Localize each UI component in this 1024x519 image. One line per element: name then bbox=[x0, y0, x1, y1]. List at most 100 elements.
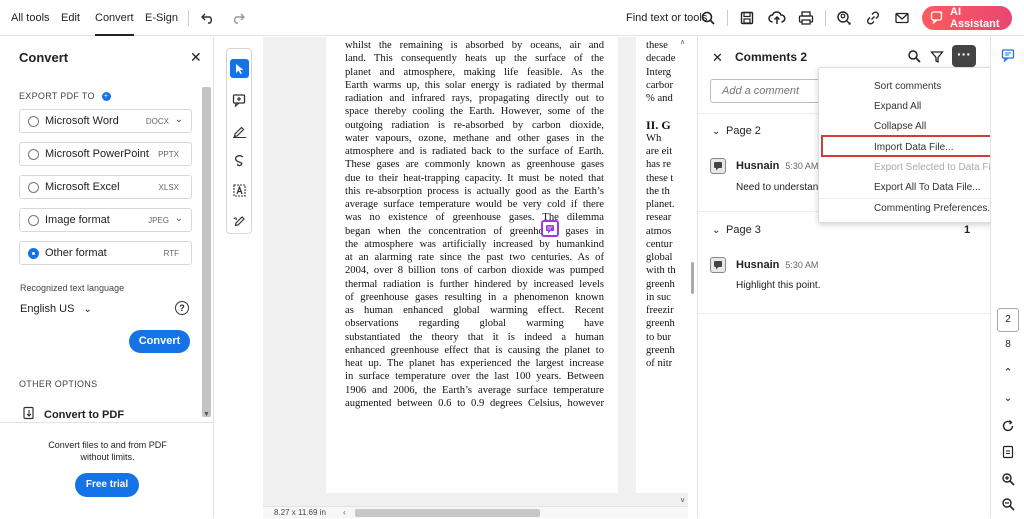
current-page-input[interactable]: 2 bbox=[997, 308, 1019, 332]
text-line: centur bbox=[646, 238, 673, 250]
zoom-out-icon[interactable] bbox=[999, 495, 1017, 513]
chevron-down-icon: ⌄ bbox=[712, 126, 721, 137]
text-box-icon[interactable] bbox=[230, 181, 249, 200]
add-comment-input[interactable]: Add a comment bbox=[710, 79, 830, 103]
more-options-button[interactable]: ··· bbox=[952, 45, 976, 67]
panel-title: Convert bbox=[19, 50, 69, 65]
language-dropdown[interactable]: English US ⌄ bbox=[20, 303, 92, 315]
zoom-in-icon[interactable] bbox=[999, 470, 1017, 488]
filter-icon[interactable] bbox=[930, 50, 944, 67]
text-line: Wh bbox=[646, 132, 662, 144]
text-line: heat up. The planet has experienced the … bbox=[345, 358, 604, 369]
format-option-image[interactable]: Image format JPEG ⌄ bbox=[19, 208, 192, 232]
highlighter-pen-icon[interactable] bbox=[230, 121, 249, 140]
menu-esign[interactable]: E-Sign bbox=[145, 0, 178, 36]
share-user-icon[interactable] bbox=[835, 9, 853, 27]
page-up-icon[interactable]: ⌃ bbox=[999, 363, 1017, 381]
undo-icon[interactable] bbox=[199, 9, 217, 27]
format-option-other[interactable]: Other format RTF bbox=[19, 241, 192, 265]
save-icon[interactable] bbox=[738, 9, 756, 27]
menu-item-collapse-all[interactable]: Collapse All bbox=[874, 121, 926, 132]
menu-convert[interactable]: Convert bbox=[95, 0, 134, 36]
ai-assistant-button[interactable]: AI Assistant bbox=[922, 6, 1012, 30]
page-group-header[interactable]: ⌄ Page 2 bbox=[712, 125, 761, 137]
search-icon[interactable] bbox=[699, 9, 717, 27]
scroll-down-arrow-icon[interactable]: ▼ bbox=[203, 411, 210, 418]
horizontal-scrollbar[interactable] bbox=[355, 509, 540, 517]
menu-item-expand-all[interactable]: Expand All bbox=[874, 101, 921, 112]
help-icon[interactable]: ? bbox=[175, 301, 189, 315]
print-icon[interactable] bbox=[797, 9, 815, 27]
close-icon[interactable]: ✕ bbox=[712, 50, 723, 66]
text-line: land. This consequently heats up the sur… bbox=[345, 53, 604, 65]
comment-panel-icon[interactable] bbox=[999, 46, 1017, 64]
radio-excel[interactable] bbox=[28, 182, 39, 193]
export-pdf-text: EXPORT PDF TO bbox=[19, 91, 95, 101]
text-line: planet and atmosphere, making life feasi… bbox=[345, 66, 604, 78]
convert-to-pdf-option[interactable]: Convert to PDF bbox=[22, 406, 124, 423]
comment-avatar-icon bbox=[710, 158, 726, 174]
panel-scrollbar[interactable] bbox=[202, 87, 211, 417]
language-value: English US bbox=[20, 303, 75, 315]
convert-to-pdf-icon bbox=[22, 406, 36, 423]
menu-item-export-all[interactable]: Export All To Data File... bbox=[874, 182, 981, 193]
menu-item-import-data-file[interactable]: Import Data File... bbox=[874, 142, 953, 153]
info-icon[interactable]: + bbox=[101, 92, 111, 102]
text-line: in surface temperature over the last 100… bbox=[345, 371, 604, 383]
text-line: the atmosphere was artificially increase… bbox=[345, 238, 604, 250]
select-cursor-icon[interactable] bbox=[230, 59, 249, 78]
menu-item-export-selected: Export Selected to Data File... bbox=[874, 162, 1007, 173]
chevron-down-icon[interactable]: ⌄ bbox=[175, 213, 183, 224]
radio-powerpoint[interactable] bbox=[28, 149, 39, 160]
format-option-excel[interactable]: Microsoft Excel XLSX bbox=[19, 175, 192, 199]
text-line: radiation and infrared rays, propagating… bbox=[345, 93, 604, 104]
upload-cloud-icon[interactable] bbox=[768, 9, 786, 27]
convert-to-pdf-label: Convert to PDF bbox=[44, 408, 125, 421]
menu-item-commenting-preferences[interactable]: Commenting Preferences... bbox=[874, 203, 996, 214]
comment-text[interactable]: Need to understand this bbox=[736, 182, 820, 193]
add-comment-icon[interactable] bbox=[230, 91, 249, 110]
format-option-word[interactable]: Microsoft Word DOCX ⌄ bbox=[19, 109, 192, 133]
search-icon[interactable] bbox=[907, 49, 921, 66]
page-size-label: 8.27 x 11.69 in bbox=[274, 508, 326, 517]
menu-all-tools[interactable]: All tools bbox=[11, 0, 50, 36]
text-line: freezir bbox=[646, 305, 674, 316]
close-icon[interactable]: ✕ bbox=[190, 49, 202, 66]
document-scrollbar[interactable] bbox=[691, 262, 694, 294]
radio-image[interactable] bbox=[28, 215, 39, 226]
text-line: planet. bbox=[646, 199, 675, 210]
page-group-header[interactable]: ⌄ Page 3 bbox=[712, 224, 761, 236]
rotate-icon[interactable] bbox=[999, 417, 1017, 435]
format-ext: XLSX bbox=[158, 183, 179, 192]
radio-word[interactable] bbox=[28, 116, 39, 127]
chevron-down-icon[interactable]: ⌄ bbox=[175, 114, 183, 125]
page-down-icon[interactable]: ⌄ bbox=[999, 388, 1017, 406]
comment-time: 5:30 AM bbox=[785, 161, 819, 171]
comment-time: 5:30 AM bbox=[785, 260, 819, 270]
draw-freehand-icon[interactable] bbox=[230, 151, 249, 170]
free-trial-button[interactable]: Free trial bbox=[75, 473, 139, 497]
convert-button[interactable]: Convert bbox=[129, 330, 190, 353]
format-label: Other format bbox=[45, 247, 107, 259]
menu-item-sort-comments[interactable]: Sort comments bbox=[874, 81, 941, 92]
page-text: whilst the remaining is absorbed by ocea… bbox=[345, 39, 604, 410]
text-line: decade bbox=[646, 53, 676, 65]
sign-pen-icon[interactable] bbox=[230, 210, 249, 229]
document-viewport[interactable]: whilst the remaining is absorbed by ocea… bbox=[263, 37, 688, 506]
right-rail: 2 8 ⌃ ⌄ bbox=[990, 37, 1024, 518]
format-option-powerpoint[interactable]: Microsoft PowerPoint PPTX bbox=[19, 142, 192, 166]
format-ext: PPTX bbox=[158, 150, 179, 159]
scroll-up-arrow-icon[interactable]: ∧ bbox=[680, 38, 685, 46]
scroll-down-arrow-icon[interactable]: ∨ bbox=[680, 496, 685, 504]
comment-text[interactable]: Highlight this point. bbox=[736, 280, 821, 291]
find-text-tools[interactable]: Find text or tools bbox=[626, 0, 707, 36]
text-line: observations regarding global warming ha… bbox=[345, 318, 604, 330]
radio-other-selected[interactable] bbox=[28, 248, 39, 259]
redo-icon[interactable] bbox=[229, 9, 247, 27]
email-icon[interactable] bbox=[893, 9, 911, 27]
scroll-left-arrow-icon[interactable]: ‹ bbox=[343, 507, 346, 519]
comment-marker-icon[interactable] bbox=[541, 220, 559, 237]
menu-edit[interactable]: Edit bbox=[61, 0, 80, 36]
link-icon[interactable] bbox=[864, 9, 882, 27]
page-thumbnail-icon[interactable] bbox=[999, 443, 1017, 461]
